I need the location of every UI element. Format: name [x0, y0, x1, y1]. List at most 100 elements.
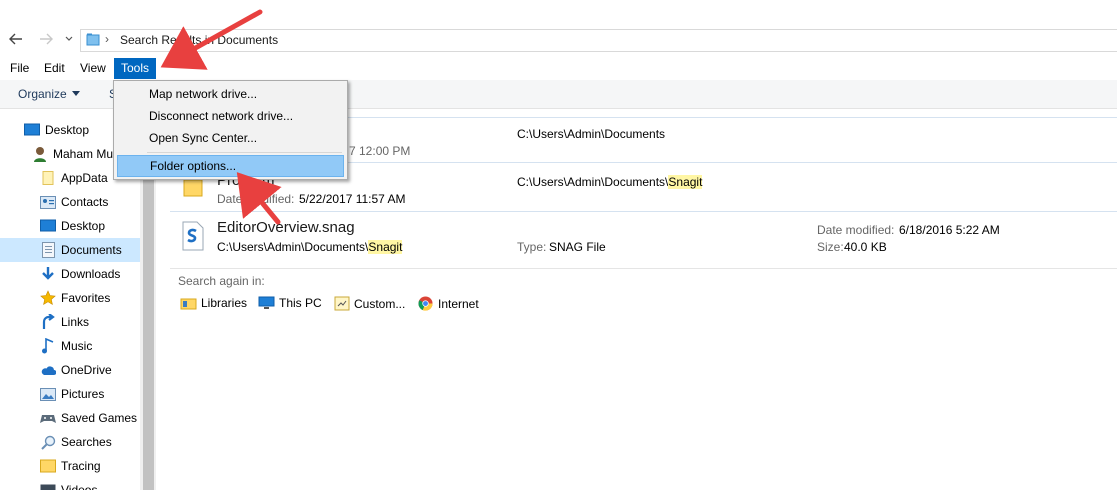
nav-item-searches[interactable]: Searches — [40, 430, 112, 454]
result-path: C:\Users\Admin\Documents — [517, 127, 666, 141]
menu-tools[interactable]: Tools — [114, 58, 157, 79]
libraries-icon — [180, 298, 197, 310]
breadcrumb-separator: › — [105, 32, 109, 46]
forward-button[interactable] — [37, 30, 55, 48]
organize-label: Organize — [18, 87, 67, 101]
result-size: 40.0 KB — [844, 240, 887, 254]
result-date: 6/18/2016 5:22 AM — [899, 223, 1000, 237]
result-path-prefix: C:\Users\Admin\Documents\ — [217, 240, 369, 254]
menu-edit[interactable]: Edit — [37, 58, 72, 79]
nav-item-appdata[interactable]: AppData — [40, 166, 108, 190]
nav-item-label: OneDrive — [61, 363, 112, 377]
nav-item-label: Pictures — [61, 387, 105, 401]
music-icon — [40, 338, 56, 354]
search-again-item-label: Internet — [438, 296, 479, 311]
organize-button[interactable]: Organize — [18, 87, 80, 101]
nav-item-music[interactable]: Music — [40, 334, 92, 358]
row-divider — [170, 268, 1117, 269]
snag-file-icon — [182, 221, 204, 251]
desktop-icon — [40, 218, 56, 234]
nav-item-pictures[interactable]: Pictures — [40, 382, 104, 406]
cloud-icon — [40, 362, 56, 378]
search-again-custom[interactable]: Custom... — [334, 296, 405, 311]
chrome-icon — [418, 296, 433, 311]
nav-item-saved-games[interactable]: Saved Games — [40, 406, 137, 430]
result-path: C:\Users\Admin\Documents\Snagit — [217, 240, 403, 254]
search-again-internet[interactable]: Internet — [418, 296, 479, 311]
chevron-down-icon — [65, 36, 73, 41]
saved-games-icon — [40, 410, 56, 426]
result-path-prefix: C:\Users\Admin\Documents\ — [517, 175, 669, 189]
result-path: C:\Users\Admin\Documents\Snagit — [517, 175, 703, 189]
search-highlight: Snagit — [368, 240, 403, 254]
result-name: EditorOverview.snag — [217, 219, 355, 236]
nav-item-label: AppData — [61, 171, 108, 185]
search-again-label: Search again in: — [178, 274, 265, 288]
custom-folder-icon — [334, 296, 350, 311]
result-type: SNAG File — [549, 240, 606, 254]
documents-icon — [40, 242, 56, 258]
nav-item-label: Contacts — [61, 195, 109, 209]
search-icon — [40, 434, 56, 450]
address-bar[interactable]: › Search Results in Documents — [80, 29, 1117, 52]
result-date: 7 12:00 PM — [349, 144, 411, 158]
nav-item-links[interactable]: Links — [40, 310, 89, 334]
search-again-item-label: This PC — [279, 296, 322, 310]
nav-item-label: Desktop — [61, 219, 106, 233]
search-again-libraries[interactable]: Libraries — [180, 296, 247, 310]
nav-item-label: Videos — [61, 483, 98, 490]
nav-item-label: Saved Games — [61, 411, 138, 425]
arrow-left-icon — [9, 33, 22, 45]
tools-menu: Map network drive... Disconnect network … — [113, 80, 348, 180]
row-divider — [170, 211, 1117, 212]
nav-item-downloads[interactable]: Downloads — [40, 262, 120, 286]
search-again-this-pc[interactable]: This PC — [258, 296, 322, 310]
nav-item-label: Links — [61, 315, 90, 329]
nav-item-label: Tracing — [61, 459, 101, 473]
nav-item-documents[interactable]: Documents — [0, 238, 140, 262]
user-icon — [32, 146, 48, 162]
search-highlight: Snagit — [668, 175, 703, 189]
menu-item-open-sync-center[interactable]: Open Sync Center... — [117, 127, 344, 149]
result-type-label: Type: — [517, 240, 547, 254]
nav-item-desktop[interactable]: Desktop — [24, 118, 89, 142]
result-date-label: Date modified: — [817, 223, 895, 237]
nav-item-label: Music — [61, 339, 93, 353]
menu-view[interactable]: View — [73, 58, 113, 79]
folder-icon — [40, 458, 56, 474]
computer-icon — [258, 296, 275, 309]
search-folder-icon — [86, 33, 100, 46]
menu-separator — [147, 152, 342, 153]
links-icon — [40, 314, 56, 330]
result-date-label: Date modified: — [217, 192, 295, 206]
back-button[interactable] — [7, 30, 25, 48]
nav-item-onedrive[interactable]: OneDrive — [40, 358, 112, 382]
star-icon — [40, 290, 56, 306]
pictures-icon — [40, 386, 56, 402]
desktop-icon — [24, 122, 40, 138]
menu-item-disconnect-network-drive[interactable]: Disconnect network drive... — [117, 105, 344, 127]
menu-item-map-network-drive[interactable]: Map network drive... — [117, 83, 344, 105]
contacts-icon — [40, 194, 56, 210]
address-row: › Search Results in Documents — [0, 26, 1117, 54]
menu-file[interactable]: File — [3, 58, 36, 79]
nav-item-videos[interactable]: Videos — [40, 478, 97, 490]
menu-bar: File Edit View Tools — [0, 58, 1117, 79]
menu-item-folder-options[interactable]: Folder options... — [117, 155, 344, 177]
nav-item-tracing[interactable]: Tracing — [40, 454, 101, 478]
nav-item-label: Documents — [61, 243, 122, 257]
recent-locations-button[interactable] — [63, 30, 75, 48]
nav-item-label: Maham Mu — [53, 147, 114, 161]
nav-item-user[interactable]: Maham Mu — [32, 142, 113, 166]
nav-item-favorites[interactable]: Favorites — [40, 286, 110, 310]
search-again-item-label: Custom... — [354, 296, 406, 311]
nav-item-desktop-2[interactable]: Desktop — [40, 214, 105, 238]
nav-item-label: Searches — [61, 435, 112, 449]
result-size-label: Size: — [817, 240, 844, 254]
arrow-right-icon — [40, 33, 53, 45]
breadcrumb[interactable]: Search Results in Documents — [120, 33, 278, 47]
nav-item-label: Downloads — [61, 267, 121, 281]
downloads-icon — [40, 266, 56, 282]
folder-icon — [40, 170, 56, 186]
nav-item-contacts[interactable]: Contacts — [40, 190, 108, 214]
